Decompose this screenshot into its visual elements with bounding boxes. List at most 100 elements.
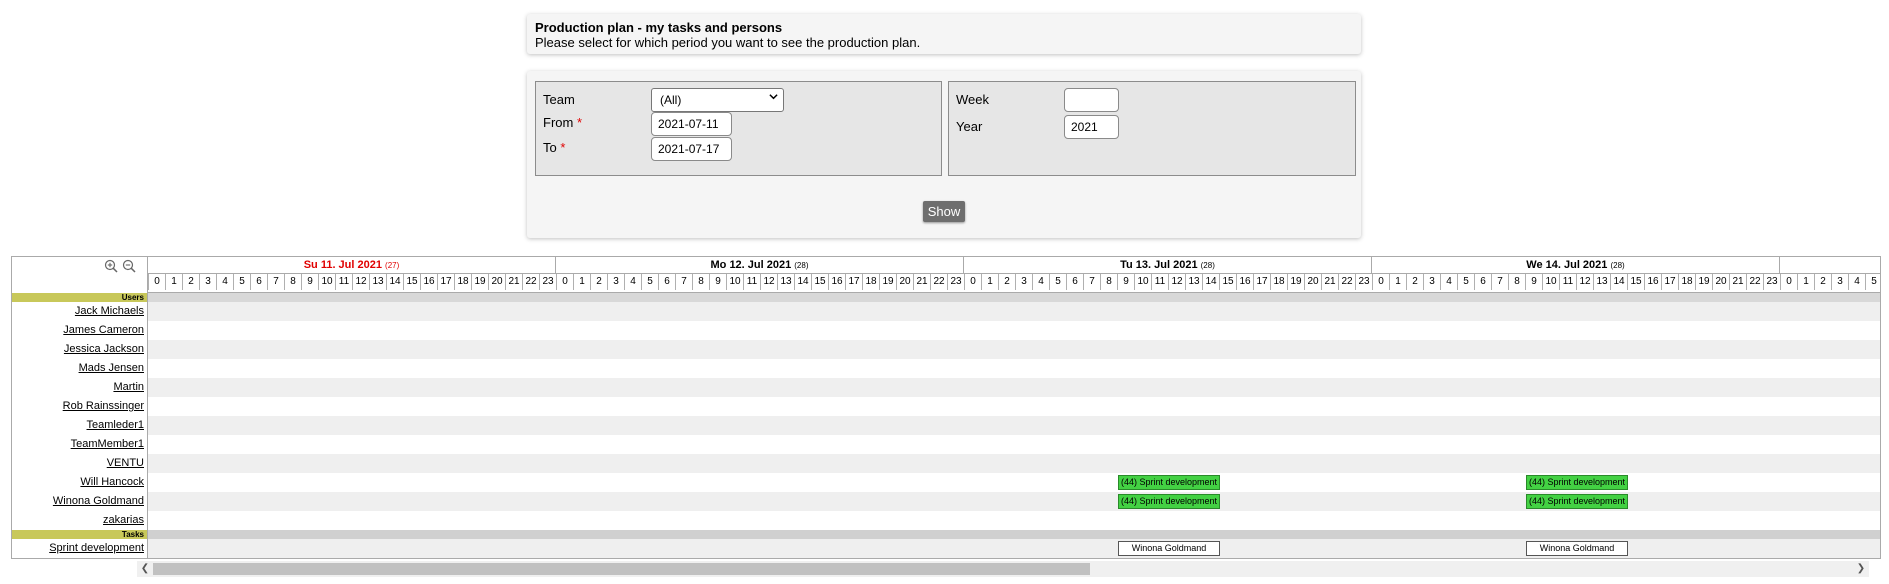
day-header: Tu 13. Jul 2021 (28) (964, 257, 1372, 273)
zoom-out-icon[interactable] (122, 259, 136, 273)
user-row-label: Jack Michaels (12, 302, 148, 321)
hour-cell: 3 (607, 274, 624, 290)
hour-cell: 11 (743, 274, 760, 290)
hour-cell: 16 (420, 274, 437, 290)
zoom-in-icon[interactable] (104, 259, 118, 273)
user-link[interactable]: Jessica Jackson (64, 343, 144, 355)
show-button[interactable]: Show (923, 201, 965, 222)
section-band (148, 293, 1880, 302)
task-bar[interactable]: (44) Sprint development (1118, 494, 1220, 509)
hour-cell: 6 (658, 274, 675, 290)
user-link[interactable]: TeamMember1 (71, 438, 144, 450)
hour-cell: 17 (1253, 274, 1270, 290)
week-panel: Week Year (948, 81, 1356, 176)
day-label: Tu 13. Jul 2021 (1120, 259, 1201, 271)
scroll-left-icon[interactable]: ❮ (137, 561, 153, 577)
hour-cell: 23 (1763, 274, 1780, 290)
week-number: (28) (1610, 261, 1625, 270)
user-link[interactable]: James Cameron (63, 324, 144, 336)
user-grid-row (148, 397, 1880, 416)
hour-cell: 12 (1168, 274, 1185, 290)
user-grid-row (148, 378, 1880, 397)
user-grid-row (148, 416, 1880, 435)
user-link[interactable]: Rob Rainssinger (63, 400, 144, 412)
hour-cell: 13 (1593, 274, 1610, 290)
hour-cell: 6 (1474, 274, 1491, 290)
user-link[interactable]: Mads Jensen (79, 362, 144, 374)
production-gantt: Users Jack Michaels James Cameron Jessica J… (11, 256, 1881, 559)
hour-cell: 0 (1372, 274, 1389, 290)
hour-cell: 21 (1321, 274, 1338, 290)
hour-cell: 19 (1695, 274, 1712, 290)
day-header: Mo 12. Jul 2021 (28) (556, 257, 964, 273)
user-grid-row (148, 302, 1880, 321)
to-label: To * (543, 140, 565, 155)
hour-cell: 9 (1525, 274, 1542, 290)
hour-cell: 7 (267, 274, 284, 290)
hour-cell: 21 (913, 274, 930, 290)
period-panel: Team (All) From * To * (535, 81, 942, 176)
hour-cell: 8 (1508, 274, 1525, 290)
hour-cell: 16 (1644, 274, 1661, 290)
hour-cell: 2 (1814, 274, 1831, 290)
scroll-right-icon[interactable]: ❯ (1853, 561, 1869, 577)
hour-cell: 18 (454, 274, 471, 290)
user-row-label: zakarias (12, 511, 148, 530)
from-date-input[interactable] (651, 112, 732, 136)
horizontal-scrollbar[interactable]: ❮ ❯ (137, 561, 1869, 577)
user-grid-row (148, 454, 1880, 473)
hour-cell: 13 (777, 274, 794, 290)
task-bar[interactable]: (44) Sprint development (1118, 475, 1220, 490)
hour-cell: 20 (1712, 274, 1729, 290)
hour-cell: 15 (1627, 274, 1644, 290)
hour-cell: 6 (250, 274, 267, 290)
hour-cell: 0 (556, 274, 573, 290)
person-bar[interactable]: Winona Goldmand (1526, 541, 1628, 556)
zoom-controls (12, 257, 148, 293)
hour-cell: 4 (1848, 274, 1865, 290)
hour-cell: 1 (981, 274, 998, 290)
task-bar[interactable]: (44) Sprint development (1526, 475, 1628, 490)
team-select[interactable]: (All) (651, 88, 784, 112)
hour-cell: 19 (879, 274, 896, 290)
from-label: From * (543, 115, 582, 130)
user-link[interactable]: Will Hancock (80, 476, 144, 488)
required-mark: * (576, 115, 583, 130)
user-link[interactable]: zakarias (103, 514, 144, 526)
hour-cell: 4 (1440, 274, 1457, 290)
hour-cell: 10 (318, 274, 335, 290)
hour-cell: 14 (1202, 274, 1219, 290)
from-label-text: From (543, 115, 574, 130)
user-grid-row (148, 321, 1880, 340)
hour-cell: 9 (1117, 274, 1134, 290)
to-date-input[interactable] (651, 137, 732, 161)
week-number: (28) (794, 261, 809, 270)
hour-cell: 14 (1610, 274, 1627, 290)
user-link[interactable]: VENTU (107, 457, 144, 469)
user-link[interactable]: Teamleder1 (87, 419, 144, 431)
scroll-thumb[interactable] (153, 563, 1090, 575)
hour-cell: 23 (947, 274, 964, 290)
hour-cell: 15 (1219, 274, 1236, 290)
user-link[interactable]: Winona Goldmand (53, 495, 144, 507)
task-link[interactable]: Sprint development (49, 542, 144, 554)
hour-cell: 5 (233, 274, 250, 290)
user-link[interactable]: Martin (113, 381, 144, 393)
year-input[interactable] (1064, 115, 1119, 139)
task-bar[interactable]: (44) Sprint development (1526, 494, 1628, 509)
hour-cell: 19 (1287, 274, 1304, 290)
day-header: Su 11. Jul 2021 (27) (148, 257, 556, 273)
user-link[interactable]: Jack Michaels (75, 305, 144, 317)
page-title: Production plan - my tasks and persons (535, 20, 783, 35)
hour-cell: 22 (522, 274, 539, 290)
week-input[interactable] (1064, 88, 1119, 112)
hour-cell: 4 (216, 274, 233, 290)
hour-cell: 5 (1865, 274, 1880, 290)
hour-cell: 18 (1678, 274, 1695, 290)
day-header (1780, 257, 1880, 273)
hour-cell: 5 (1049, 274, 1066, 290)
users-section-bar: Users (12, 293, 148, 302)
person-bar[interactable]: Winona Goldmand (1118, 541, 1220, 556)
hour-cell: 18 (1270, 274, 1287, 290)
hour-cell: 3 (1831, 274, 1848, 290)
